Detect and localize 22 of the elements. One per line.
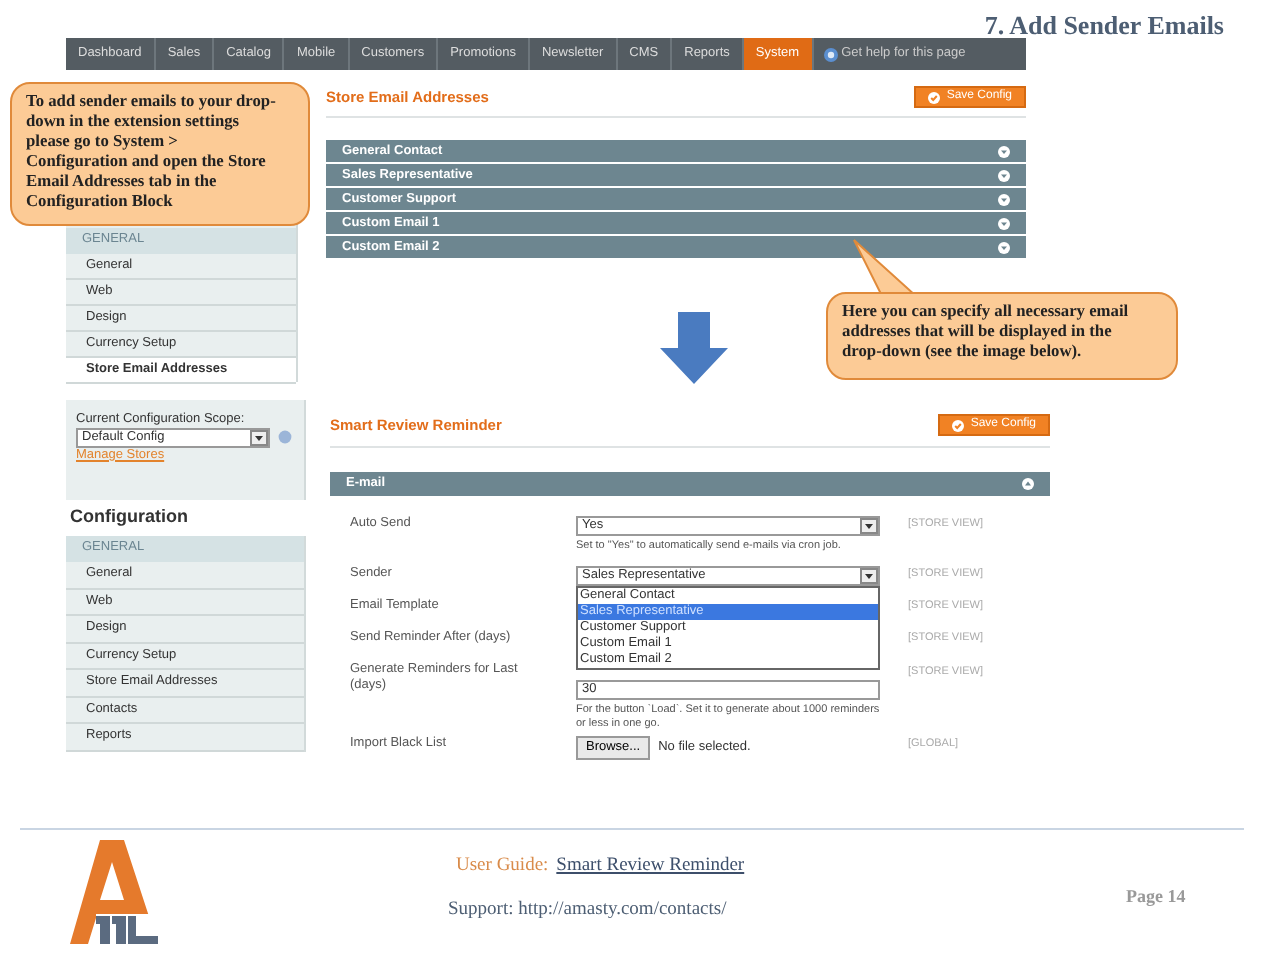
guide-label: User Guide:: [456, 854, 549, 880]
expand-icon: [998, 241, 1010, 254]
expand-icon: [998, 193, 1010, 206]
callout: To add sender emails to your drop- down in the extension settings please go to System > Configuration and open the Store Email Addresses tab in the Configuration Block: [10, 82, 310, 226]
check-icon: [928, 91, 941, 104]
check-icon: [952, 419, 965, 432]
page-number: Page 14: [1126, 884, 1186, 910]
help-icon: [823, 47, 838, 61]
support-text: Support: http://amasty.com/contacts/: [448, 898, 727, 924]
guide-link[interactable]: Smart Review Reminder: [556, 852, 745, 881]
slide-title: 7. Add Sender Emails: [984, 8, 1224, 44]
help-icon: [278, 430, 292, 445]
expand-icon: [998, 145, 1010, 158]
dropdown-icon: [860, 568, 878, 585]
logo-icon: [70, 840, 158, 944]
expand-icon: [998, 169, 1010, 182]
dropdown-icon: [860, 518, 878, 535]
collapse-icon: [1022, 478, 1034, 491]
configuration-heading: Configuration: [68, 504, 190, 530]
dropdown-icon: [250, 429, 268, 446]
expand-icon: [998, 217, 1010, 230]
down-arrow-icon: [660, 312, 728, 384]
